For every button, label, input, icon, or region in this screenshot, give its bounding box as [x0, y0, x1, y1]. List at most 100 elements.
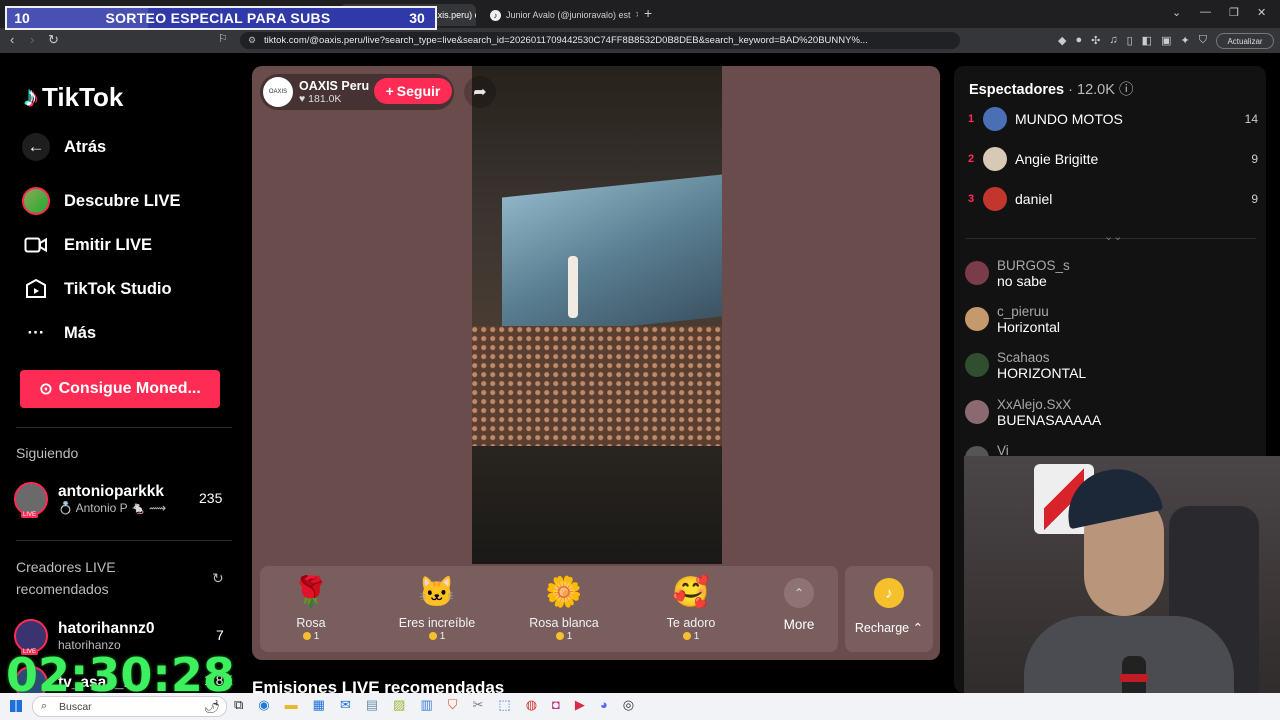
site-info-icon[interactable]: ⚙: [248, 35, 256, 46]
sidebar-item-label: Descubre LIVE: [64, 191, 181, 210]
mail-icon[interactable]: ✉: [340, 697, 351, 713]
more-label: More: [783, 617, 815, 632]
pepper-icon: 🌶: [203, 699, 220, 714]
tab-junior-avalo[interactable]: ♪ Junior Avalo (@junioravalo) est ×: [482, 4, 638, 26]
extension-icon[interactable]: ◆: [1058, 34, 1066, 47]
gift-eres-increible[interactable]: 🐱 Eres increíble 1: [382, 574, 492, 642]
more-gifts-button[interactable]: ⌃ More: [768, 578, 830, 632]
chevron-down-icon[interactable]: ⌄⌄: [1104, 230, 1122, 243]
sidebar-item-label: TikTok Studio: [64, 279, 172, 298]
wallet-icon[interactable]: ▣: [1161, 34, 1171, 47]
host-name[interactable]: OAXIS Peru: [299, 79, 369, 93]
back-icon[interactable]: ‹: [10, 32, 14, 47]
refresh-icon[interactable]: ↻: [212, 570, 224, 587]
top-viewer[interactable]: 3 daniel 9: [968, 187, 1258, 211]
top-viewer[interactable]: 2 Angie Brigitte 9: [968, 147, 1258, 171]
reload-icon[interactable]: ↻: [48, 32, 59, 48]
close-tab-icon[interactable]: ×: [636, 9, 638, 21]
sidebar-icon[interactable]: ◧: [1142, 34, 1152, 47]
recharge-button[interactable]: ♪ Recharge ⌃: [845, 566, 933, 652]
live-player: OAXIS OAXIS Peru ♥ 181.0K + Seguir ➦ 🌹 R…: [252, 66, 940, 660]
search-icon: ⌕: [41, 700, 48, 712]
avatar: [983, 107, 1007, 131]
restore-icon[interactable]: ❐: [1229, 6, 1239, 19]
live-video[interactable]: [472, 66, 722, 564]
follow-button[interactable]: + Seguir: [374, 78, 452, 104]
chevron-up-icon: ⌃: [912, 621, 924, 635]
sidebar-item-mas[interactable]: ··· Más: [22, 319, 97, 347]
share-icon[interactable]: ➦: [464, 76, 496, 108]
gift-te-adoro[interactable]: 🥰 Te adoro 1: [636, 574, 746, 642]
chat-user[interactable]: c_pieruu: [997, 304, 1060, 319]
chat-message: Scahaos HORIZONTAL: [965, 350, 1086, 381]
music-icon[interactable]: ♫: [1109, 34, 1117, 47]
sidebar-item-descubre-live[interactable]: Descubre LIVE: [22, 187, 180, 215]
bookmark-icon[interactable]: ⚐: [218, 32, 228, 45]
tab-search-icon[interactable]: ⌄: [1172, 6, 1181, 19]
recharge-label: Recharge: [854, 621, 910, 635]
host-avatar[interactable]: OAXIS: [263, 77, 293, 107]
viewer-rank: 3: [968, 193, 975, 205]
divider: [16, 427, 232, 428]
windows-start-icon[interactable]: [10, 700, 22, 712]
gift-name: Rosa blanca: [529, 616, 599, 630]
avatar[interactable]: [965, 400, 989, 424]
ai-icon[interactable]: ✦: [1180, 34, 1189, 47]
gift-rosa[interactable]: 🌹 Rosa 1: [256, 574, 366, 642]
obs-icon[interactable]: ◎: [623, 697, 634, 713]
top-viewer[interactable]: 1 MUNDO MOTOS 14: [968, 107, 1258, 131]
brave-icon[interactable]: ⛉: [448, 697, 458, 713]
app-icon[interactable]: ▨: [393, 697, 405, 713]
chat-text: no sabe: [997, 273, 1047, 289]
new-tab-button[interactable]: +: [644, 5, 652, 21]
back-label: Atrás: [64, 137, 107, 156]
taskbar-search[interactable]: ⌕ Buscar 🌶: [32, 696, 227, 717]
viewer-rank: 1: [968, 113, 975, 125]
arrow-left-icon: ←: [22, 133, 50, 161]
minimize-icon[interactable]: —: [1200, 6, 1211, 18]
forward-icon[interactable]: ›: [30, 32, 34, 47]
gift-rosa-blanca[interactable]: 🌼 Rosa blanca 1: [509, 574, 619, 642]
instagram-icon[interactable]: ◘: [552, 697, 560, 713]
avatar[interactable]: [965, 261, 989, 285]
tiktok-logo[interactable]: ♪ TikTok: [24, 81, 123, 113]
chat-user[interactable]: BURGOS_s: [997, 258, 1070, 273]
app-icon[interactable]: ⬚: [498, 697, 510, 713]
reading-list-icon[interactable]: ▯: [1127, 34, 1133, 47]
get-coins-button[interactable]: ⊙ Consigue Moned...: [20, 370, 220, 408]
banner-progress: [7, 8, 149, 28]
youtube-icon[interactable]: ▶: [575, 697, 585, 713]
browser-toolbar: ‹ › ↻ ⚐ ⚙ tiktok.com/@oaxis.peru/live?se…: [0, 28, 1280, 53]
chat-text: BUENASAAAAA: [997, 412, 1102, 428]
app-icon[interactable]: ✂: [473, 697, 484, 713]
extension-icon[interactable]: ●: [1075, 34, 1082, 47]
avatar[interactable]: [965, 353, 989, 377]
gift-name: Te adoro: [666, 616, 716, 630]
help-icon[interactable]: ⓘ: [1119, 82, 1134, 98]
task-view-icon[interactable]: ⧉: [234, 697, 243, 713]
back-link[interactable]: ← Atrás: [22, 133, 106, 161]
chat-user[interactable]: XxAlejo.SxX: [997, 397, 1101, 412]
chat-user[interactable]: Scahaos: [997, 350, 1086, 365]
close-window-icon[interactable]: ✕: [1257, 6, 1266, 19]
avatar[interactable]: [965, 307, 989, 331]
tiktok-favicon-icon: ♪: [490, 9, 501, 21]
file-explorer-icon[interactable]: ▬: [285, 697, 298, 713]
app-icon[interactable]: ▥: [420, 697, 432, 713]
chrome-icon[interactable]: ◍: [526, 697, 537, 713]
update-button[interactable]: Actualizar: [1216, 33, 1274, 49]
edge-icon[interactable]: ◉: [258, 697, 269, 713]
puzzle-icon[interactable]: ✣: [1091, 34, 1100, 47]
shield-icon[interactable]: ⛉: [1199, 34, 1207, 47]
discord-icon[interactable]: ◕: [600, 697, 608, 713]
address-bar[interactable]: ⚙ tiktok.com/@oaxis.peru/live?search_typ…: [240, 32, 960, 49]
plus-icon: +: [385, 83, 394, 99]
sidebar-item-tiktok-studio[interactable]: TikTok Studio: [22, 275, 172, 303]
app-icon[interactable]: ▤: [366, 697, 378, 713]
sidebar-item-emitir-live[interactable]: Emitir LIVE: [22, 231, 152, 259]
concert-screen: [502, 174, 722, 340]
concert-crowd: [472, 326, 722, 446]
store-icon[interactable]: ▦: [313, 697, 325, 713]
heart-face-icon: 🥰: [672, 576, 710, 609]
following-item[interactable]: LIVE antonioparkkk 💍 Antonio P 🐁 ⟿ 235: [14, 482, 222, 518]
